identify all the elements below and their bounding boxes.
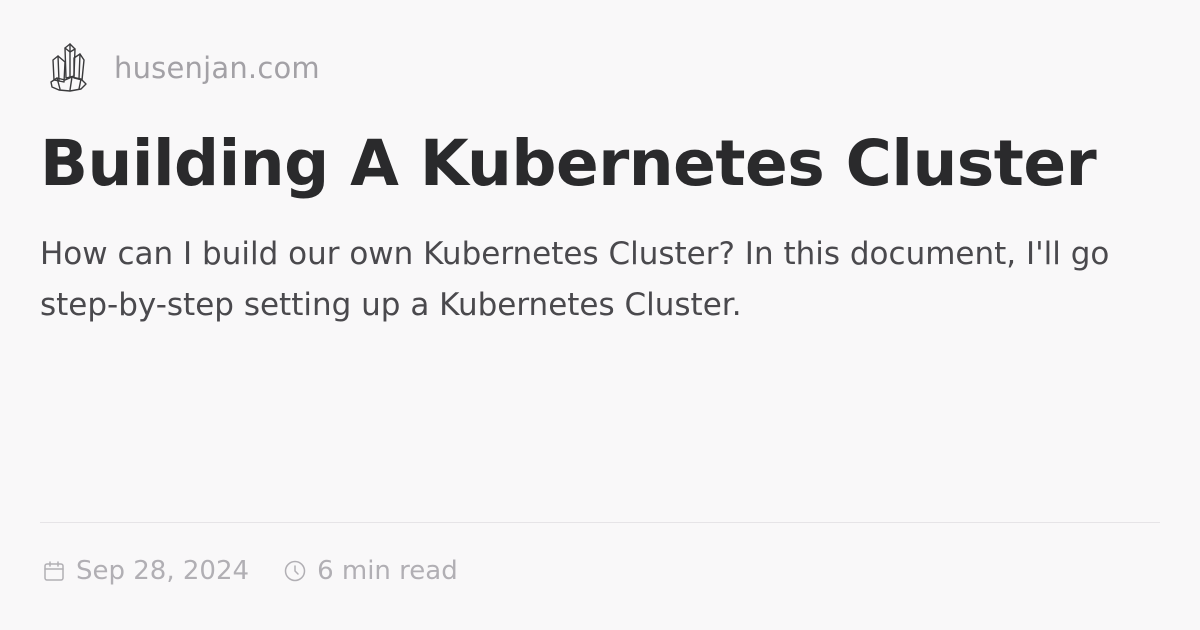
read-time-text: 6 min read [317, 556, 458, 586]
divider [40, 522, 1160, 523]
calendar-icon [44, 561, 64, 581]
post-meta: Sep 28, 2024 6 min read [42, 556, 458, 586]
site-name: husenjan.com [114, 51, 320, 85]
social-preview-card: husenjan.com Building A Kubernetes Clust… [0, 0, 1200, 630]
publish-date: Sep 28, 2024 [42, 556, 249, 586]
post-description: How can I build our own Kubernetes Clust… [40, 236, 1110, 323]
page-title: Building A Kubernetes Cluster [40, 127, 1097, 200]
clock-icon [284, 560, 306, 582]
site-brand[interactable]: husenjan.com [48, 42, 320, 94]
publish-date-text: Sep 28, 2024 [76, 556, 250, 586]
read-time: 6 min read [283, 556, 458, 586]
crystal-cluster-icon [50, 43, 87, 92]
